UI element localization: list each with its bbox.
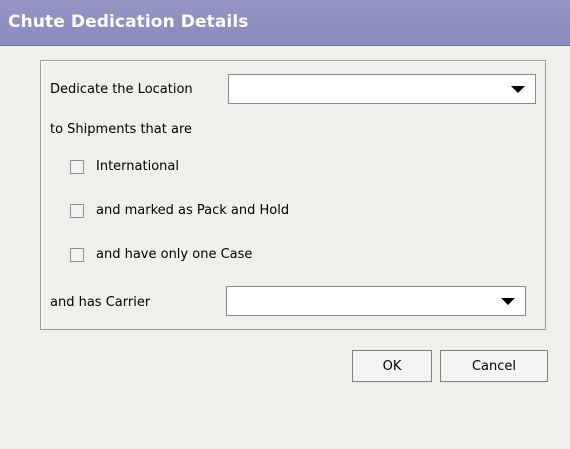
chevron-down-icon [511,86,525,93]
one-case-checkbox[interactable] [70,248,84,262]
carrier-select[interactable] [226,286,526,316]
shipments-label: to Shipments that are [50,122,192,137]
international-label: International [96,159,179,174]
ok-button[interactable]: OK [352,350,432,382]
pack-hold-label: and marked as Pack and Hold [96,203,290,218]
dedicate-location-label: Dedicate the Location [50,82,193,97]
dialog-title-bar: Chute Dedication Details [0,0,570,46]
pack-hold-checkbox[interactable] [70,204,84,218]
dialog-title: Chute Dedication Details [8,12,249,32]
international-checkbox[interactable] [70,160,84,174]
chevron-down-icon [501,298,515,305]
one-case-label: and have only one Case [96,247,253,262]
cancel-button[interactable]: Cancel [440,350,548,382]
carrier-label: and has Carrier [50,295,151,310]
dedicate-location-select[interactable] [228,74,536,104]
